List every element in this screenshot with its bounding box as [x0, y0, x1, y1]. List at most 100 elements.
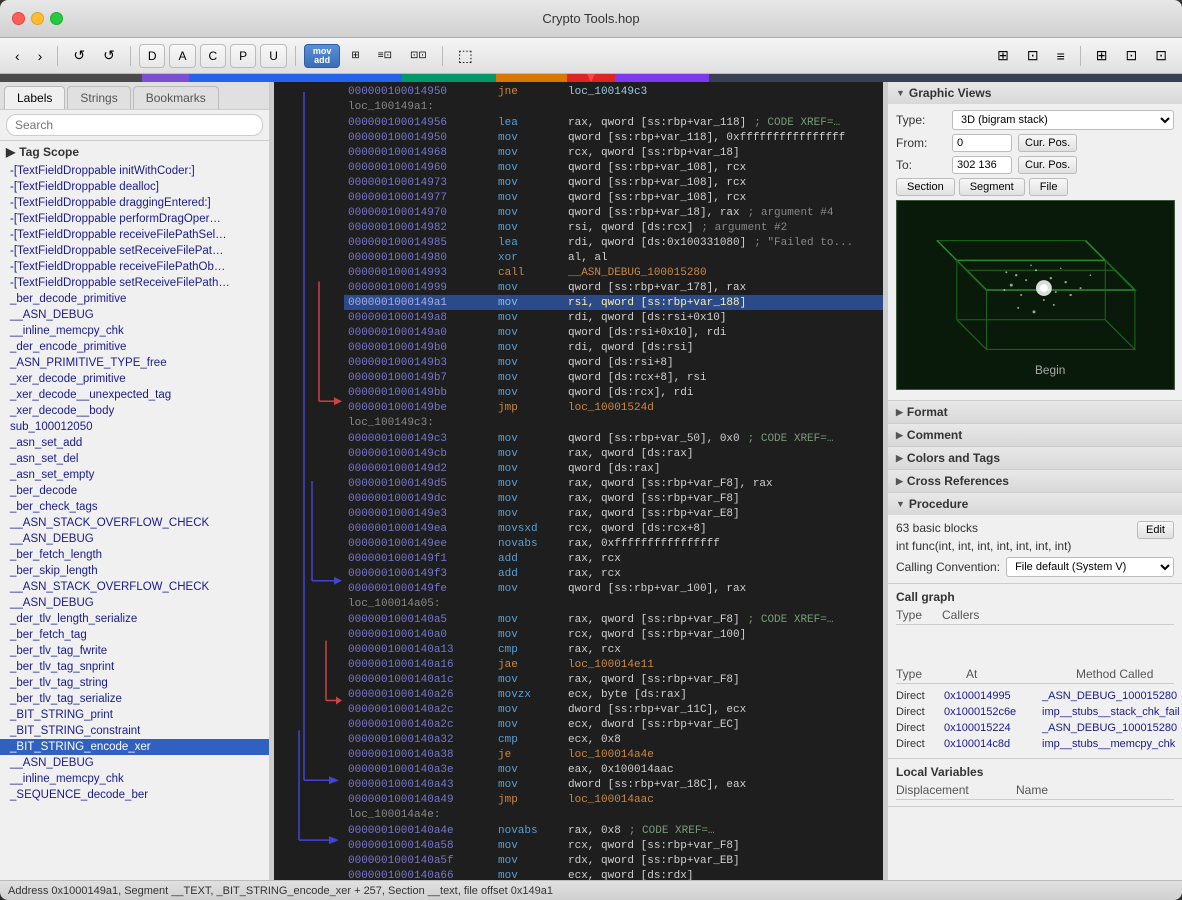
- disasm-row[interactable]: 0000001000149b7 mov qword [ds:rcx+8], rs…: [344, 370, 883, 385]
- disasm-row[interactable]: 0000001000140a26 movzx ecx, byte [ds:rax…: [344, 687, 883, 702]
- disasm-row[interactable]: 0000001000149f3 add rax, rcx: [344, 566, 883, 581]
- comment-header[interactable]: ▶ Comment: [888, 424, 1182, 446]
- disasm-row[interactable]: 000000100014985 lea rdi, qword [ds:0x100…: [344, 235, 883, 250]
- disasm-row[interactable]: 0000001000140a2c mov ecx, dword [ss:rbp+…: [344, 717, 883, 732]
- disasm-text[interactable]: 000000100014950 jne loc_100149c3 loc_100…: [344, 82, 883, 880]
- to-input[interactable]: [952, 156, 1012, 174]
- list-item[interactable]: -[TextFieldDroppable receiveFilePathOb…: [0, 259, 269, 275]
- calling-conv-select[interactable]: File default (System V): [1006, 557, 1174, 577]
- list-item[interactable]: sub_100012050: [0, 419, 269, 435]
- minimize-button[interactable]: [31, 12, 44, 25]
- list-item[interactable]: _ber_decode_primitive: [0, 291, 269, 307]
- disasm-row[interactable]: 000000100014982 mov rsi, qword [ds:rcx] …: [344, 220, 883, 235]
- close-button[interactable]: [12, 12, 25, 25]
- procedure-header[interactable]: ▼ Procedure: [888, 493, 1182, 515]
- disasm-row[interactable]: 000000100014999 mov qword [ss:rbp+var_17…: [344, 280, 883, 295]
- tab-strings[interactable]: Strings: [67, 86, 130, 109]
- list-item[interactable]: __ASN_STACK_OVERFLOW_CHECK: [0, 515, 269, 531]
- graphic-views-header[interactable]: ▼ Graphic Views: [888, 82, 1182, 104]
- view2-button[interactable]: ≡⊡: [371, 44, 399, 68]
- a-button[interactable]: A: [169, 44, 195, 68]
- edit-button[interactable]: Edit: [1137, 521, 1174, 539]
- disasm-row[interactable]: 0000001000140a5f mov rdx, qword [ss:rbp+…: [344, 853, 883, 868]
- disasm-row[interactable]: 000000100014970 mov qword [ss:rbp+var_18…: [344, 205, 883, 220]
- disasm-row[interactable]: 0000001000140a0 mov rcx, qword [ss:rbp+v…: [344, 627, 883, 642]
- list-item-selected[interactable]: _BIT_STRING_encode_xer: [0, 739, 269, 755]
- list-item[interactable]: __ASN_DEBUG: [0, 531, 269, 547]
- colors-tags-header[interactable]: ▶ Colors and Tags: [888, 447, 1182, 469]
- disasm-row[interactable]: 000000100014968 mov rcx, qword [ss:rbp+v…: [344, 145, 883, 160]
- color-seg-2[interactable]: [142, 74, 189, 82]
- u-button[interactable]: U: [260, 44, 287, 68]
- disasm-row-highlighted[interactable]: 0000001000149a1 mov rsi, qword [ss:rbp+v…: [344, 295, 883, 310]
- list-item[interactable]: _der_encode_primitive: [0, 339, 269, 355]
- tab-bookmarks[interactable]: Bookmarks: [133, 86, 219, 109]
- maximize-button[interactable]: [50, 12, 63, 25]
- forward-button[interactable]: ›: [31, 44, 50, 68]
- list-item[interactable]: _ber_fetch_tag: [0, 627, 269, 643]
- disasm-row[interactable]: 0000001000140a38 je loc_100014a4e: [344, 747, 883, 762]
- disasm-view[interactable]: 000000100014950 jne loc_100149c3 loc_100…: [274, 82, 883, 880]
- list-item[interactable]: _xer_decode__unexpected_tag: [0, 387, 269, 403]
- c-button[interactable]: C: [200, 44, 227, 68]
- disasm-row[interactable]: 0000001000149be jmp loc_10001524d: [344, 400, 883, 415]
- section-button[interactable]: Section: [896, 178, 955, 196]
- format-header[interactable]: ▶ Format: [888, 401, 1182, 423]
- refresh-button[interactable]: ↺: [66, 44, 92, 68]
- disasm-row[interactable]: 0000001000140a2c mov dword [ss:rbp+var_1…: [344, 702, 883, 717]
- color-seg-1[interactable]: [0, 74, 142, 82]
- disasm-row[interactable]: 0000001000140a3e mov eax, 0x100014aac: [344, 762, 883, 777]
- list-item[interactable]: _ASN_PRIMITIVE_TYPE_free: [0, 355, 269, 371]
- disasm-row[interactable]: 000000100014960 mov qword [ss:rbp+var_10…: [344, 160, 883, 175]
- disasm-row[interactable]: 000000100014977 mov qword [ss:rbp+var_10…: [344, 190, 883, 205]
- chip-button[interactable]: ⬚: [451, 44, 480, 68]
- graph-canvas[interactable]: Begin: [896, 200, 1175, 390]
- list-item[interactable]: _xer_decode__body: [0, 403, 269, 419]
- to-cur-pos-button[interactable]: Cur. Pos.: [1018, 156, 1077, 174]
- disasm-row[interactable]: 0000001000149ea movsxd rcx, qword [ds:rc…: [344, 521, 883, 536]
- disasm-row[interactable]: 000000100014980 xor al, al: [344, 250, 883, 265]
- cross-references-header[interactable]: ▶ Cross References: [888, 470, 1182, 492]
- list-item[interactable]: __ASN_DEBUG: [0, 595, 269, 611]
- list-item[interactable]: -[TextFieldDroppable dealloc]: [0, 179, 269, 195]
- disasm-row[interactable]: 0000001000140a1c mov rax, qword [ss:rbp+…: [344, 672, 883, 687]
- disasm-row[interactable]: 0000001000140a13 cmp rax, rcx: [344, 642, 883, 657]
- disasm-row[interactable]: 000000100014950 jne loc_100149c3: [344, 84, 883, 99]
- tag-scope[interactable]: ▶ Tag Scope: [0, 141, 269, 163]
- layout1-button[interactable]: ⊞: [1089, 44, 1115, 68]
- list-item[interactable]: _BIT_STRING_constraint: [0, 723, 269, 739]
- list-item[interactable]: _ber_tlv_tag_fwrite: [0, 643, 269, 659]
- disasm-row[interactable]: 0000001000149d2 mov qword [ds:rax]: [344, 461, 883, 476]
- list-item[interactable]: _xer_decode_primitive: [0, 371, 269, 387]
- list-item[interactable]: _ber_tlv_tag_string: [0, 675, 269, 691]
- disasm-row[interactable]: 0000001000140a49 jmp loc_100014aac: [344, 792, 883, 807]
- p-button[interactable]: P: [230, 44, 256, 68]
- segment-button[interactable]: Segment: [959, 178, 1025, 196]
- list-item[interactable]: _ber_tlv_tag_serialize: [0, 691, 269, 707]
- search-input[interactable]: [6, 114, 263, 136]
- list-item[interactable]: _ber_check_tags: [0, 499, 269, 515]
- disasm-row[interactable]: 000000100014950 mov qword [ss:rbp+var_11…: [344, 130, 883, 145]
- tab-labels[interactable]: Labels: [4, 86, 65, 109]
- disasm-row[interactable]: 0000001000140a32 cmp ecx, 0x8: [344, 732, 883, 747]
- disasm-row[interactable]: 0000001000140a4e novabs rax, 0x8 ; CODE …: [344, 823, 883, 838]
- disasm-row[interactable]: 0000001000149fe mov qword [ss:rbp+var_10…: [344, 581, 883, 596]
- type-select[interactable]: 3D (bigram stack): [952, 110, 1174, 130]
- disasm-row[interactable]: 0000001000149f1 add rax, rcx: [344, 551, 883, 566]
- from-cur-pos-button[interactable]: Cur. Pos.: [1018, 134, 1077, 152]
- list-item[interactable]: __ASN_DEBUG: [0, 307, 269, 323]
- split1-button[interactable]: ⊞: [990, 44, 1016, 68]
- disasm-row[interactable]: 000000100014973 mov qword [ss:rbp+var_10…: [344, 175, 883, 190]
- file-button[interactable]: File: [1029, 178, 1069, 196]
- table-row[interactable]: Direct 0x100014c8d imp__stubs__memcpy_ch…: [896, 736, 1174, 752]
- color-bar[interactable]: [0, 74, 1182, 82]
- list-item[interactable]: __inline_memcpy_chk: [0, 323, 269, 339]
- disasm-row[interactable]: 0000001000140a16 jae loc_100014e11: [344, 657, 883, 672]
- list-item[interactable]: _asn_set_empty: [0, 467, 269, 483]
- split2-button[interactable]: ⊡: [1020, 44, 1046, 68]
- list-item[interactable]: -[TextFieldDroppable performDragOper…: [0, 211, 269, 227]
- disasm-row[interactable]: 0000001000140a66 mov ecx, qword [ds:rdx]: [344, 868, 883, 880]
- list-item[interactable]: _ber_decode: [0, 483, 269, 499]
- list-item[interactable]: -[TextFieldDroppable initWithCoder:]: [0, 163, 269, 179]
- color-seg-7[interactable]: [709, 74, 1182, 82]
